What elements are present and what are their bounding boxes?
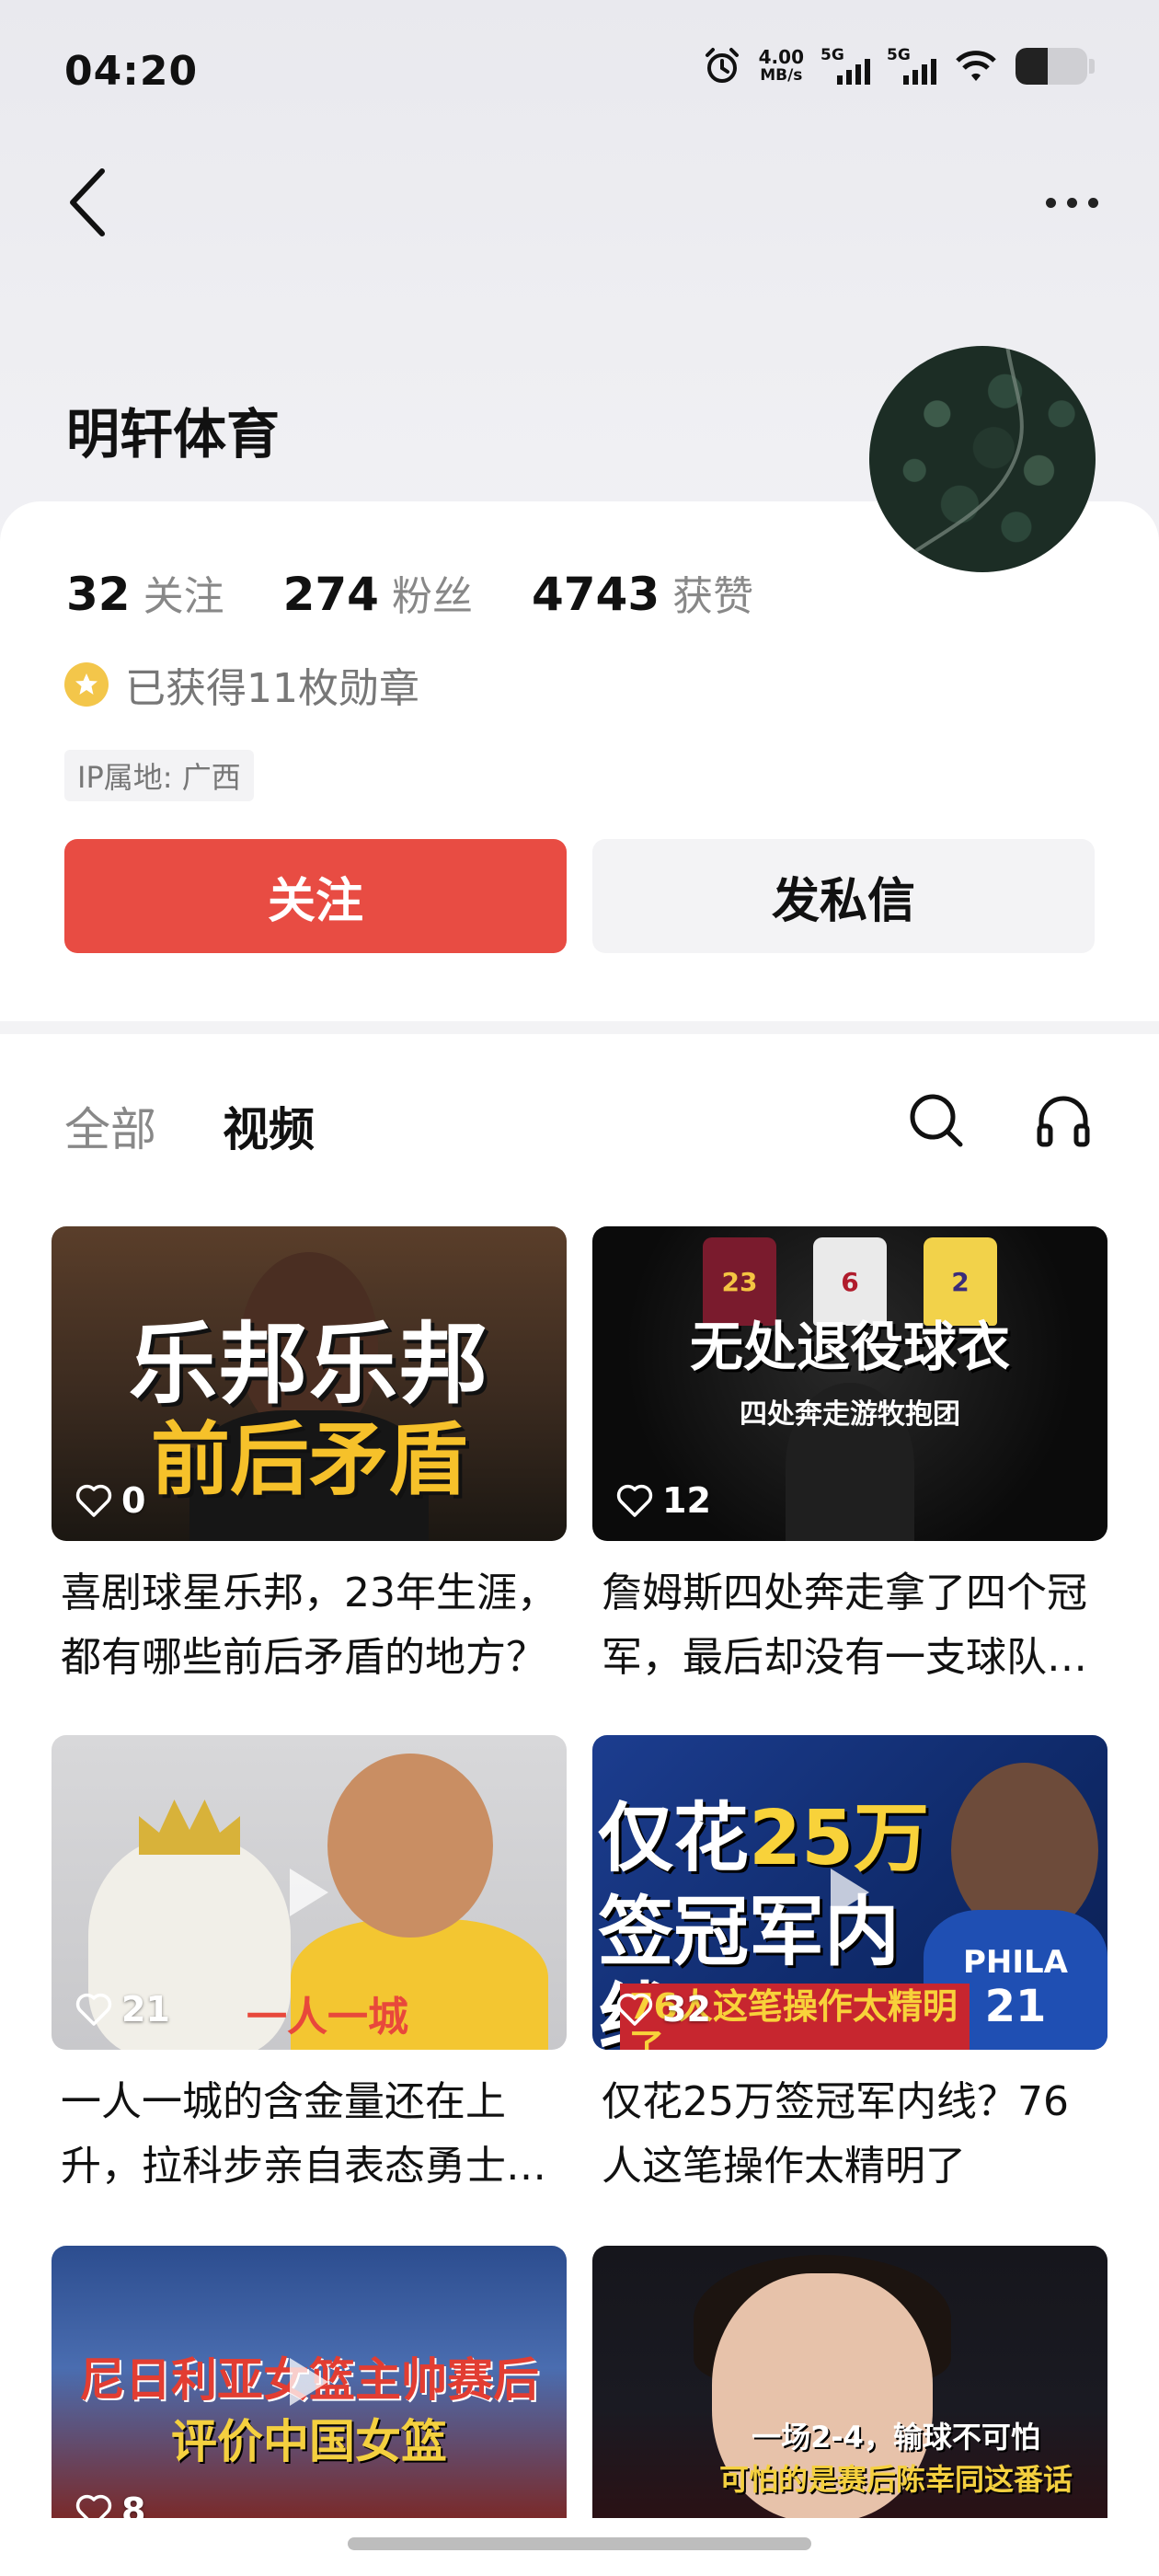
stat-followers-label: 粉丝 <box>391 573 473 620</box>
stat-following-label: 关注 <box>143 573 224 620</box>
tab-all[interactable]: 全部 <box>64 1093 156 1159</box>
stat-likes-count: 4743 <box>531 568 660 621</box>
heart-icon <box>75 2494 112 2518</box>
heart-icon <box>75 1993 112 2026</box>
like-count-value: 21 <box>121 1989 170 2030</box>
thumbnail-text: 四处奔走游牧抱团 <box>740 1398 960 1431</box>
jersey-name: PHILA <box>962 1944 1068 1981</box>
thumbnail-text: 可怕的是赛后陈幸同这番话 <box>718 2462 1073 2497</box>
jersey-number: 21 <box>984 1981 1047 2032</box>
ip-location-tag: IP属地: 广西 <box>64 750 254 801</box>
thumbnail-text: 仅花25万 <box>598 1795 966 1882</box>
video-card[interactable]: 尼日利亚女篮主帅赛后 评价中国女篮 8 <box>52 2246 567 2518</box>
network-speed-value: 4.00 <box>758 46 804 68</box>
thumbnail-text-part: 仅花 <box>598 1795 750 1882</box>
audio-button[interactable] <box>1027 1084 1100 1157</box>
network-speed: 4.00 MB/s <box>759 48 804 85</box>
chevron-left-icon <box>70 168 105 236</box>
stat-following-count: 32 <box>66 568 131 621</box>
signal-bars-icon <box>837 59 870 85</box>
back-button[interactable] <box>55 161 120 244</box>
video-thumbnail: 乐邦乐邦 前后矛盾 0 <box>52 1226 567 1541</box>
status-icons: 4.00 MB/s 5G 5G <box>702 46 1095 86</box>
medal-text: 已获得11枚勋章 <box>125 665 419 712</box>
player-figure <box>327 1754 493 1938</box>
like-count-value: 12 <box>662 1480 711 1521</box>
stats-row: 32 关注 274 粉丝 4743 获赞 <box>66 563 812 622</box>
thumbnail-text: 一场2-4，输球不可怕 <box>752 2420 1040 2455</box>
video-thumbnail: 一场2-4，输球不可怕 可怕的是赛后陈幸同这番话 <box>592 2246 1107 2518</box>
search-icon <box>910 1094 963 1147</box>
headphone-icon <box>1037 1096 1090 1147</box>
like-count: 8 <box>75 2490 145 2518</box>
stat-followers-count: 274 <box>282 568 379 621</box>
heart-icon <box>616 1484 653 1517</box>
heart-icon <box>616 1993 653 2026</box>
medal-row[interactable]: 已获得11枚勋章 <box>64 655 419 714</box>
video-title: 詹姆斯四处奔走拿了四个冠军，最后却没有一支球队退役他的球衣 <box>602 1570 1087 1681</box>
like-count-value: 32 <box>662 1989 711 2030</box>
video-thumbnail: PHILA 21 仅花25万 签冠军内线? 76人这笔操作太精明了 32 <box>592 1735 1107 2050</box>
more-dot-icon <box>1045 197 1056 208</box>
stat-followers[interactable]: 274 粉丝 <box>283 563 473 622</box>
network-speed-unit: MB/s <box>760 66 803 85</box>
follow-button[interactable]: 关注 <box>64 839 567 953</box>
account-name: 明轩体育 <box>66 403 281 466</box>
section-divider <box>0 1021 1159 1034</box>
search-button[interactable] <box>900 1084 973 1157</box>
stat-likes[interactable]: 4743 获赞 <box>532 563 753 622</box>
video-card[interactable]: 一场2-4，输球不可怕 可怕的是赛后陈幸同这番话 <box>592 2246 1107 2518</box>
battery-cap <box>1089 59 1095 74</box>
play-icon <box>831 1869 869 1916</box>
like-count: 32 <box>616 1989 711 2030</box>
like-count: 0 <box>75 1480 145 1521</box>
tab-video[interactable]: 视频 <box>223 1093 315 1159</box>
video-thumbnail: 一人一城 21 <box>52 1735 567 2050</box>
jersey-image: 2 <box>924 1237 997 1326</box>
signal-bars-icon <box>903 59 936 85</box>
thumbnail-text: 评价中国女篮 <box>171 2415 447 2468</box>
video-title: 一人一城的含金量还在上升，拉科步亲自表态勇士王朝 <box>61 2078 546 2190</box>
alarm-icon <box>702 46 742 86</box>
more-dot-icon <box>1087 197 1098 208</box>
video-thumbnail: 尼日利亚女篮主帅赛后 评价中国女篮 8 <box>52 2246 567 2518</box>
thumbnail-text: 乐邦乐邦 <box>129 1313 489 1416</box>
video-card[interactable]: 一人一城 21 一人一城的含金量还在上升，拉科步亲自表态勇士王朝 <box>52 1735 567 2199</box>
like-count: 21 <box>75 1989 170 2030</box>
jersey-image: 23 <box>703 1237 776 1326</box>
play-icon <box>290 2358 328 2406</box>
battery-icon <box>1016 48 1087 85</box>
like-count-value: 8 <box>121 2490 146 2518</box>
video-thumbnail: 23 6 2 无处退役球衣 四处奔走游牧抱团 12 <box>592 1226 1107 1541</box>
thumbnail-text: 一人一城 <box>247 1994 408 2041</box>
status-time: 04:20 <box>64 48 199 95</box>
crown-icon <box>139 1800 240 1855</box>
video-title: 喜剧球星乐邦，23年生涯，都有哪些前后矛盾的地方？ <box>61 1570 557 1681</box>
thumbnail-text: 前后矛盾 <box>151 1414 467 1506</box>
signal-2: 5G <box>887 46 936 86</box>
avatar[interactable] <box>869 346 1096 572</box>
video-card[interactable]: 23 6 2 无处退役球衣 四处奔走游牧抱团 12 詹姆斯四处奔走拿了四个冠军，… <box>592 1226 1107 1690</box>
battery-fill <box>1016 48 1049 85</box>
message-button[interactable]: 发私信 <box>592 839 1095 953</box>
video-card[interactable]: 乐邦乐邦 前后矛盾 0 喜剧球星乐邦，23年生涯，都有哪些前后矛盾的地方？ <box>52 1226 567 1690</box>
forest-road-image <box>886 346 1024 572</box>
thumbnail-text: 无处退役球衣 <box>689 1316 1010 1378</box>
home-indicator[interactable] <box>348 2537 811 2550</box>
status-bar: 04:20 4.00 MB/s 5G 5G <box>0 0 1159 147</box>
stat-likes-label: 获赞 <box>672 573 754 620</box>
play-icon <box>290 1869 328 1916</box>
signal-1: 5G <box>820 46 870 86</box>
jersey-image: 6 <box>813 1237 887 1326</box>
more-button[interactable] <box>1030 170 1113 235</box>
like-count-value: 0 <box>121 1480 146 1521</box>
video-title: 仅花25万签冠军内线？76人这笔操作太精明了 <box>602 2078 1069 2190</box>
medal-icon <box>64 662 109 707</box>
like-count: 12 <box>616 1480 711 1521</box>
video-card[interactable]: PHILA 21 仅花25万 签冠军内线? 76人这笔操作太精明了 32 仅花2… <box>592 1735 1107 2199</box>
stat-following[interactable]: 32 关注 <box>66 563 224 622</box>
heart-icon <box>75 1484 112 1517</box>
more-dot-icon <box>1066 197 1077 208</box>
wifi-icon <box>953 48 999 85</box>
